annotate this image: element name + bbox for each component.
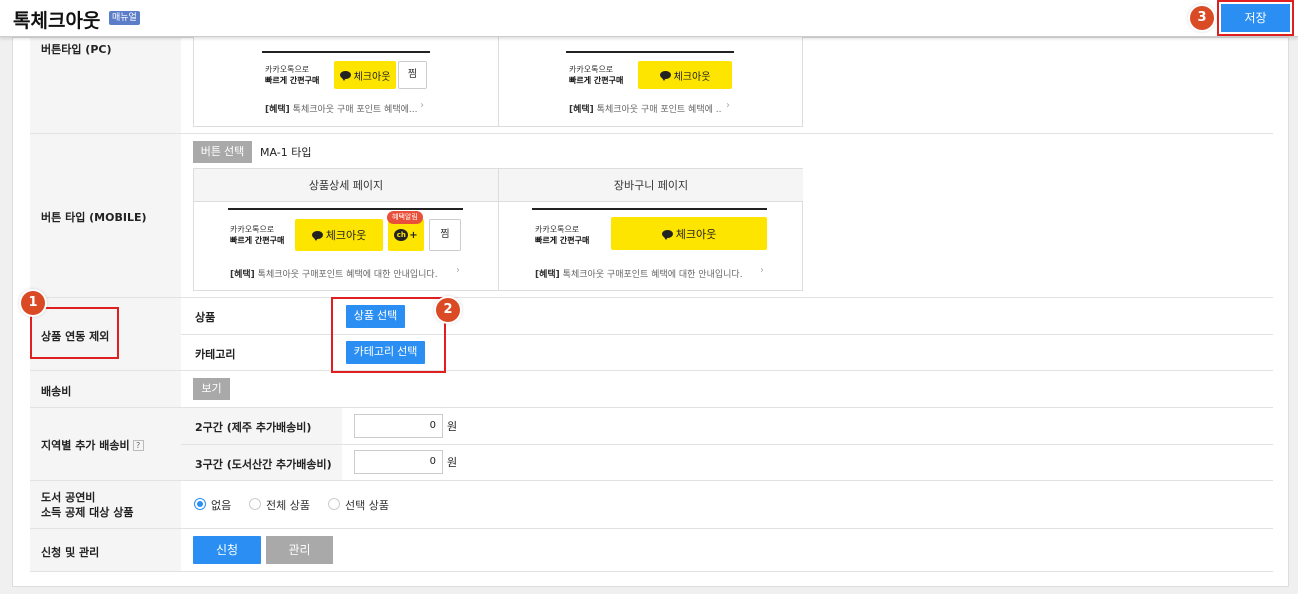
talk-bubble-icon [659, 71, 671, 81]
row-button-type-mobile: 버튼 타입 (MOBILE) 버튼 선택 MA-1 타입 상품상세 페이지 장바… [30, 134, 1273, 298]
zzim-button[interactable]: 찜 [398, 61, 427, 89]
help-icon[interactable]: ? [132, 440, 144, 451]
radio-all-products[interactable] [249, 498, 261, 510]
chevron-right-icon: › [760, 265, 764, 276]
annotation-box-1 [30, 307, 119, 359]
radio-selected-label[interactable]: 선택 상품 [345, 497, 389, 513]
kakao-checkout-button[interactable]: 체크아웃 [611, 217, 767, 250]
row-book-deduction: 도서 공연비 소득 공제 대상 상품 없음 전체 상품 선택 상품 [30, 481, 1273, 529]
selected-type-text: MA-1 타입 [260, 146, 312, 159]
kakao-text: 카카오톡으로 빠르게 간편구매 [265, 65, 320, 85]
col-product-page: 상품상세 페이지 [194, 169, 498, 202]
save-highlight-box: 저장 [1217, 0, 1294, 36]
benefit-alert-pill: 혜택알림 [387, 211, 423, 224]
label-button-type-mobile: 버튼 타입 (MOBILE) [41, 211, 147, 224]
kakao-text: 카카오톡으로 빠르게 간편구매 [535, 225, 590, 245]
settings-panel: 버튼타입 (PC) 카카오톡으로 빠르게 간편구매 체크아웃 찜 [혜택] 톡체… [12, 36, 1289, 587]
kakao-checkout-button[interactable]: 체크아웃 [334, 61, 396, 89]
row-button-type-pc: 버튼타입 (PC) 카카오톡으로 빠르게 간편구매 체크아웃 찜 [혜택] 톡체… [30, 36, 1273, 134]
talk-bubble-icon [661, 229, 673, 240]
annotation-badge-2: 2 [436, 298, 460, 322]
label-product: 상품 [195, 311, 216, 324]
label-regional-shipping: 지역별 추가 배송비? [41, 437, 144, 453]
top-bar: 톡체크아웃 매뉴얼 저장 [0, 0, 1298, 37]
radio-all-label[interactable]: 전체 상품 [266, 497, 310, 513]
promo-text: [혜택] 톡체크아웃 구매포인트 혜택에 대한 안내입니다. [535, 270, 743, 280]
radio-none[interactable] [194, 498, 206, 510]
promo-text: [혜택] 톡체크아웃 구매 포인트 혜택에... [265, 105, 418, 115]
label-book-deduction: 도서 공연비 소득 공제 대상 상품 [41, 491, 134, 519]
row-apply-manage: 신청 및 관리 신청 관리 [30, 529, 1273, 572]
chevron-right-icon: › [456, 265, 460, 276]
chevron-right-icon: › [726, 100, 730, 111]
label-zone3: 3구간 (도서산간 추가배송비) [195, 458, 332, 471]
label-apply-manage: 신청 및 관리 [41, 546, 100, 559]
label-shipping: 배송비 [41, 385, 72, 398]
apply-button[interactable]: 신청 [193, 536, 261, 564]
kakao-text: 카카오톡으로 빠르게 간편구매 [569, 65, 624, 85]
pc-preview-table: 카카오톡으로 빠르게 간편구매 체크아웃 찜 [혜택] 톡체크아웃 구매 포인트… [193, 36, 803, 127]
won-unit: 원 [447, 420, 458, 433]
label-category: 카테고리 [195, 348, 236, 361]
row-regional-shipping: 지역별 추가 배송비? 2구간 (제주 추가배송비) 0 원 3구간 (도서산간… [30, 408, 1273, 481]
manage-button[interactable]: 관리 [266, 536, 333, 564]
won-unit: 원 [447, 456, 458, 469]
label-zone2: 2구간 (제주 추가배송비) [195, 421, 312, 434]
annotation-badge-3: 3 [1190, 6, 1214, 30]
annotation-box-2 [331, 297, 446, 373]
mobile-preview-table: 상품상세 페이지 장바구니 페이지 카카오톡으로 빠르게 간편구매 체크아웃 c… [193, 168, 803, 291]
zone3-fee-input[interactable]: 0 [354, 450, 443, 474]
kakao-checkout-button[interactable]: 체크아웃 [638, 61, 732, 89]
promo-text: [혜택] 톡체크아웃 구매 포인트 혜택에 .. [569, 105, 722, 115]
row-exclude-linkage: 상품 연동 제외 상품 상품 선택 카테고리 카테고리 선택 [30, 298, 1273, 371]
radio-selected-products[interactable] [328, 498, 340, 510]
page-title: 톡체크아웃 [13, 10, 101, 32]
col-cart-page: 장바구니 페이지 [499, 169, 803, 202]
chevron-right-icon: › [420, 100, 424, 111]
kakao-text: 카카오톡으로 빠르게 간편구매 [230, 225, 285, 245]
kakao-checkout-button[interactable]: 체크아웃 [295, 219, 383, 251]
zone2-fee-input[interactable]: 0 [354, 414, 443, 438]
save-button[interactable]: 저장 [1221, 4, 1290, 32]
annotation-badge-1: 1 [21, 291, 45, 315]
kakao-channel-icon: ch [394, 229, 409, 241]
manual-badge[interactable]: 매뉴얼 [109, 11, 140, 25]
shipping-view-button[interactable]: 보기 [193, 378, 230, 400]
row-shipping: 배송비 보기 [30, 371, 1273, 408]
talk-bubble-icon [311, 231, 323, 241]
radio-none-label[interactable]: 없음 [211, 497, 231, 513]
label-button-type-pc: 버튼타입 (PC) [41, 43, 112, 56]
zzim-button[interactable]: 찜 [429, 219, 461, 251]
talk-bubble-icon [339, 71, 351, 81]
button-select-button[interactable]: 버튼 선택 [193, 141, 252, 163]
promo-text: [혜택] 톡체크아웃 구매포인트 혜택에 대한 안내입니다. [230, 270, 438, 280]
